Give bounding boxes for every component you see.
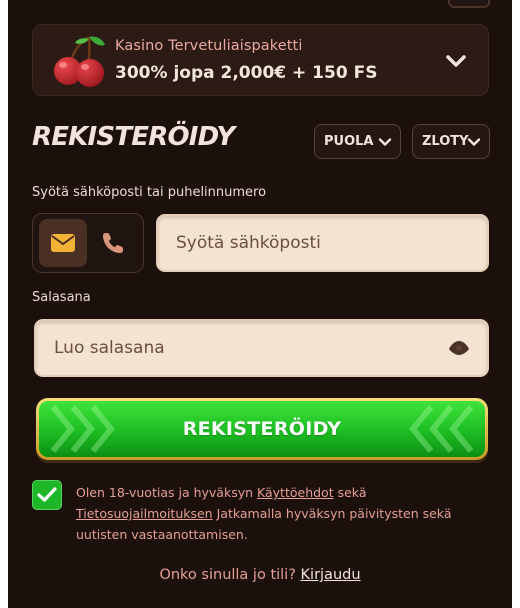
email-field-label: Syötä sähköposti tai puhelinnumero [32,185,267,200]
phone-toggle-button[interactable] [89,219,137,267]
top-button-fragment[interactable] [448,0,490,8]
login-prompt-text: Onko sinulla jo tili? [159,567,296,583]
welcome-bonus-banner[interactable]: Kasino Tervetuliaispaketti 300% jopa 2,0… [32,24,489,96]
envelope-icon [51,234,75,252]
login-prompt: Onko sinulla jo tili? Kirjaudu [8,567,512,583]
cherry-icon [54,35,105,87]
email-toggle-button[interactable] [39,219,87,267]
chevron-down-icon [467,138,481,146]
currency-selector[interactable]: ZLOTY [412,124,490,159]
language-selector[interactable]: PUOLA [314,124,401,159]
language-value: PUOLA [324,134,374,149]
register-button[interactable]: REKISTERÖIDY [39,401,485,457]
page-title: REKISTERÖIDY [32,122,235,152]
phone-icon [103,233,123,253]
privacy-notice-link[interactable]: Tietosuojailmoituksen [76,506,213,521]
chevron-decoration-left [50,405,115,453]
chevron-decoration-right [409,405,474,453]
bonus-title: Kasino Tervetuliaispaketti [115,38,303,54]
terms-of-use-link[interactable]: Käyttöehdot [257,485,334,500]
contact-method-toggle [32,213,144,273]
registration-panel: Kasino Tervetuliaispaketti 300% jopa 2,0… [8,0,512,608]
eye-icon[interactable] [448,339,470,357]
terms-text-part: Olen 18-vuotias ja hyväksyn [76,485,254,500]
chevron-down-icon [378,138,392,146]
chevron-down-icon[interactable] [444,49,468,73]
terms-checkbox[interactable] [32,480,62,510]
register-button-frame: REKISTERÖIDY [36,398,488,460]
currency-value: ZLOTY [422,134,469,149]
password-field-label: Salasana [32,290,91,305]
terms-text-part: sekä [337,485,367,500]
register-button-label: REKISTERÖIDY [182,418,342,440]
terms-text: Olen 18-vuotias ja hyväksyn Käyttöehdot … [76,482,476,545]
email-input[interactable] [156,214,489,272]
login-link[interactable]: Kirjaudu [301,567,361,583]
password-input[interactable] [34,319,489,377]
checkmark-icon [37,487,57,502]
bonus-offer: 300% jopa 2,000€ + 150 FS [115,63,378,83]
